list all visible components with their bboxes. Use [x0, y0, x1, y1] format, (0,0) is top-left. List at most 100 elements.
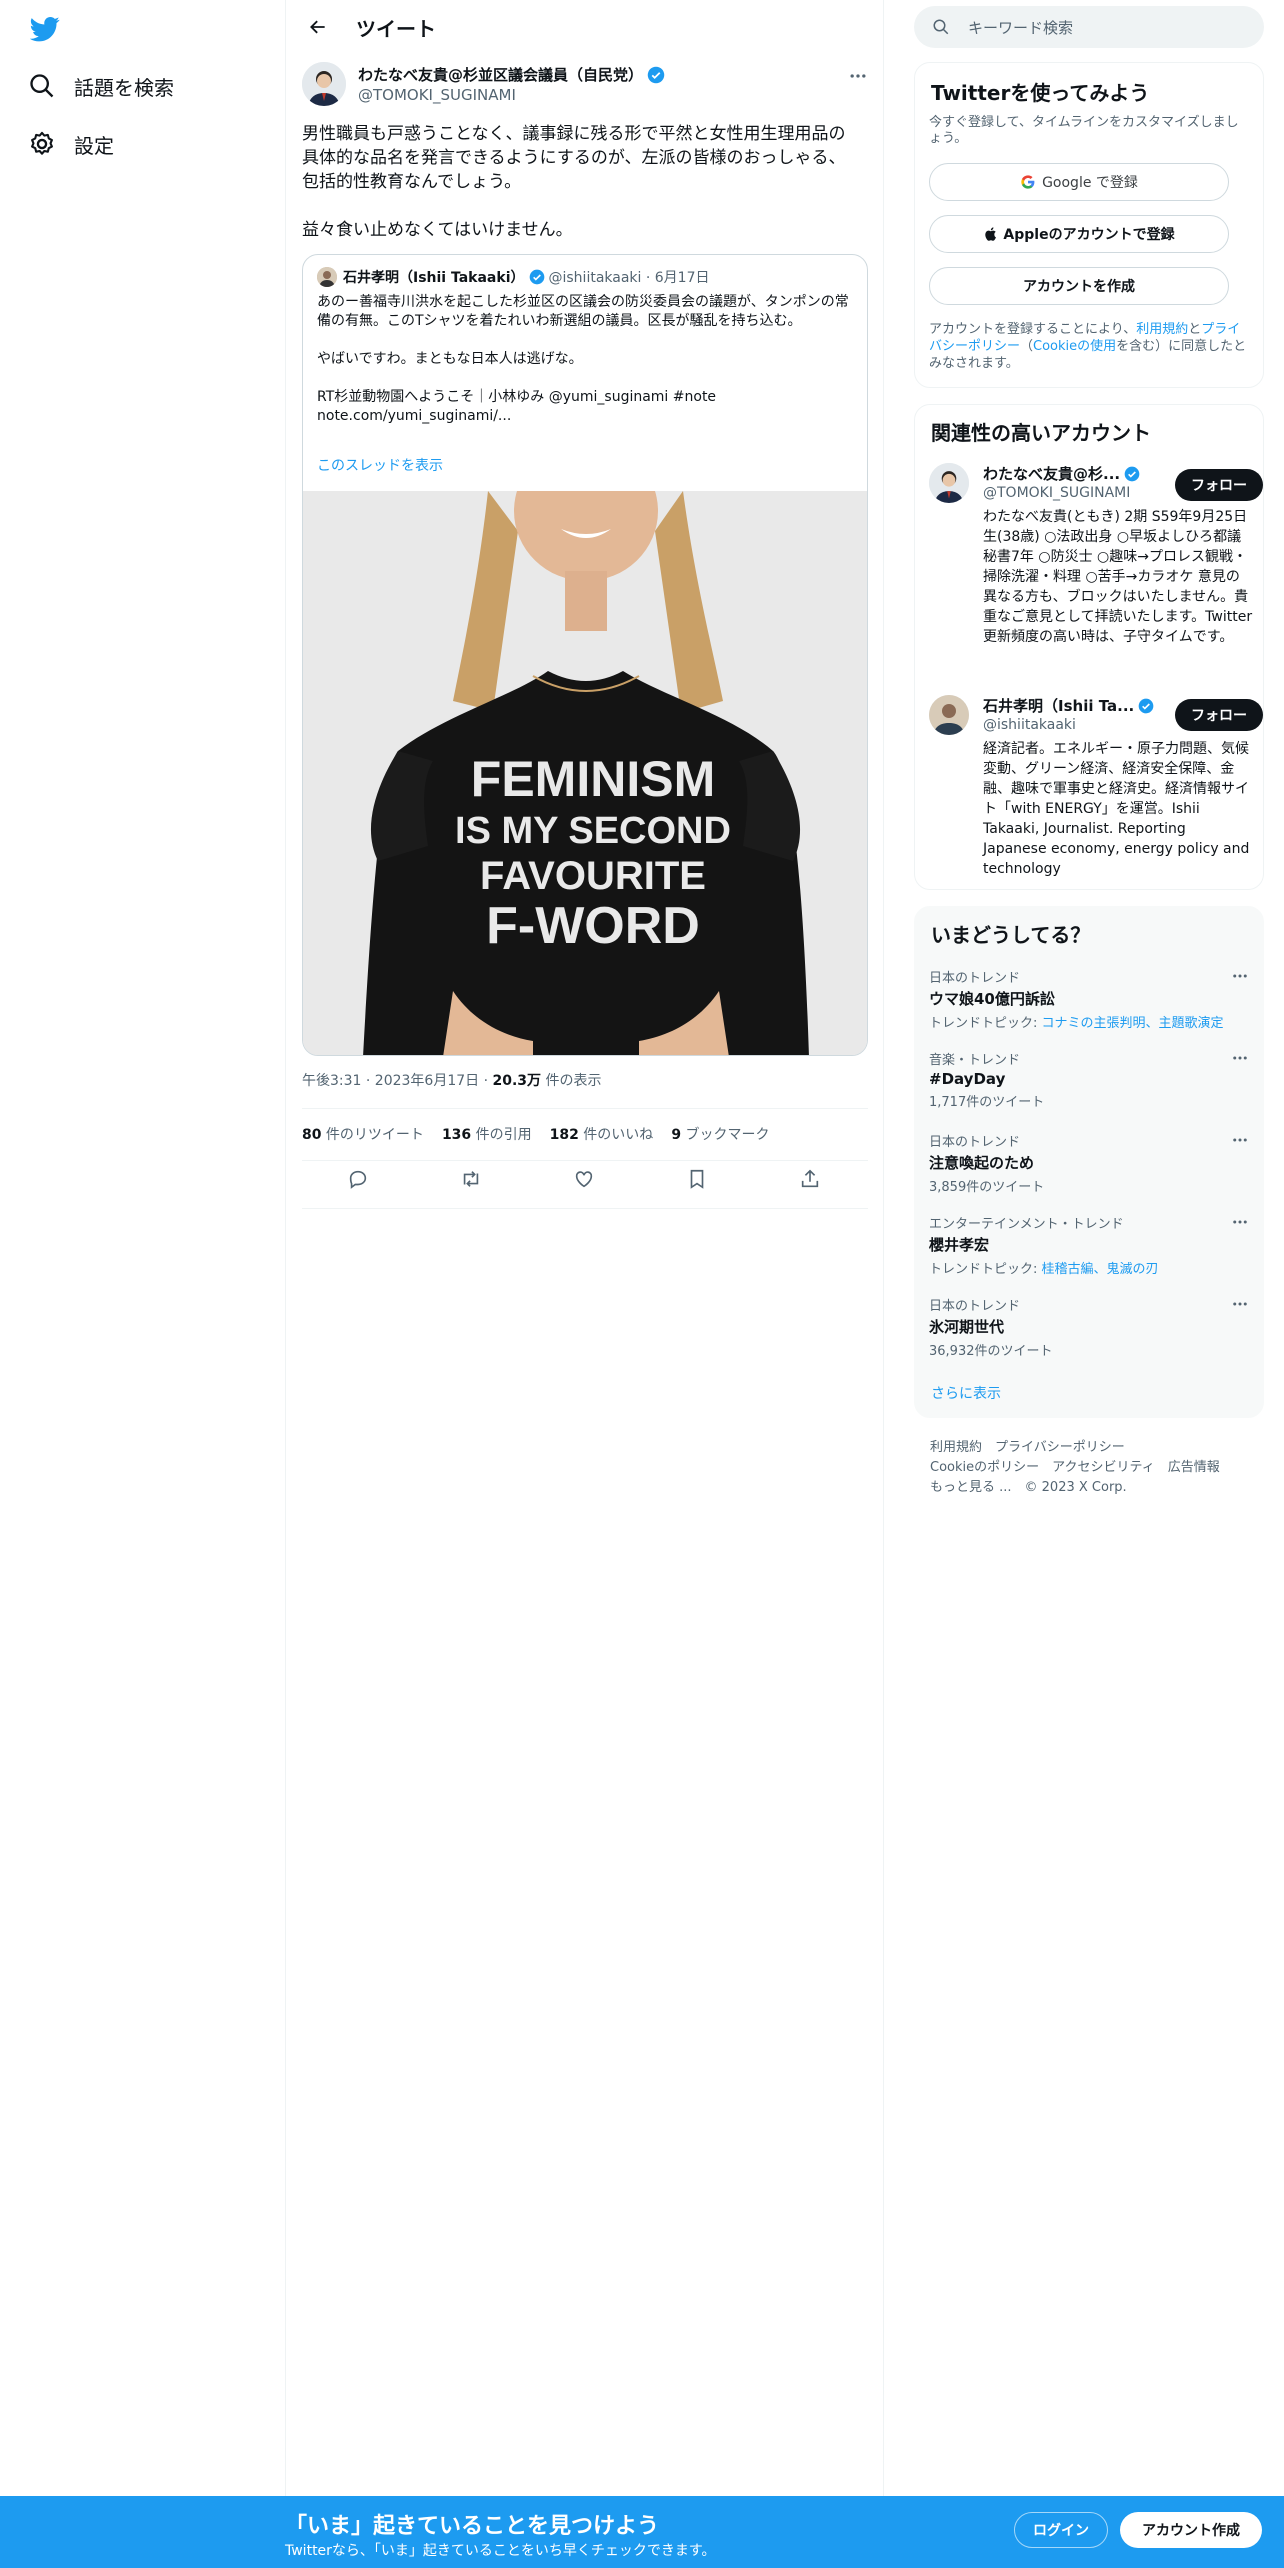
- more-icon[interactable]: [1231, 1213, 1249, 1231]
- more-icon[interactable]: [1231, 1131, 1249, 1149]
- timestamp-text[interactable]: 午後3:31 · 2023年6月17日 ·: [302, 1073, 493, 1089]
- account-name: 石井孝明（Ishii Ta...: [983, 695, 1154, 716]
- bottom-bar-subtitle: Twitterなら、「いま」起きていることをいち早くチェックできます。: [285, 2543, 716, 2559]
- login-button[interactable]: ログイン: [1014, 2512, 1108, 2548]
- like-icon[interactable]: [573, 1168, 597, 1192]
- tweet-stats: 80 件のリツイート 136 件の引用 182 件のいいね 9 ブックマーク: [302, 1124, 770, 1144]
- apple-signup-button[interactable]: Appleのアカウントで登録: [929, 215, 1229, 253]
- arrow-left-icon: [310, 20, 325, 34]
- trend-sub: 36,932件のツイート: [929, 1340, 1249, 1359]
- trend-topic-link[interactable]: 桂稽古編、鬼滅の刃: [1042, 1262, 1159, 1277]
- follow-button[interactable]: フォロー: [1175, 469, 1263, 501]
- main-column: ツイート わたなべ友貴@杉並区議会議員（自民党） @TOMOKI_SUGINAM…: [286, 0, 884, 2500]
- back-button[interactable]: [300, 9, 336, 45]
- twitter-bird-icon[interactable]: [30, 14, 60, 44]
- signup-button[interactable]: アカウント作成: [1120, 2512, 1262, 2548]
- quote-image[interactable]: FEMINISM IS MY SECOND FAVOURITE F-WORD: [303, 441, 867, 1055]
- account-bio: わたなべ友貴(ともき) 2期 S59年9月25日生(38歳) ○法政出身 ○早坂…: [983, 509, 1253, 645]
- trend-category: エンターテインメント・トレンド: [929, 1217, 1124, 1232]
- account-avatar[interactable]: [929, 695, 969, 735]
- retweet-icon[interactable]: [460, 1168, 484, 1192]
- trend-name: 注意喚起のため: [929, 1154, 1035, 1172]
- tweet-header: ツイート: [286, 0, 883, 54]
- reply-icon[interactable]: [347, 1168, 371, 1192]
- bottom-signup-bar: 「いま」起きていることを見つけよう Twitterなら、「いま」起きていることを…: [0, 2496, 1284, 2568]
- create-account-button[interactable]: アカウントを作成: [929, 267, 1229, 305]
- legal-text: （: [1020, 339, 1034, 354]
- nav-explore[interactable]: 話題を検索: [28, 66, 174, 106]
- trend-category: 日本のトレンド: [929, 971, 1021, 986]
- trend-category: 音楽・トレンド: [929, 1053, 1021, 1068]
- footer-line[interactable]: Cookieのポリシー アクセシビリティ 広告情報: [930, 1456, 1220, 1475]
- google-signup-button[interactable]: Google で登録: [929, 163, 1229, 201]
- author-name[interactable]: わたなべ友貴@杉並区議会議員（自民党）: [358, 64, 665, 85]
- trend-name: ウマ娘40億円訴訟: [929, 990, 1055, 1008]
- nav-settings[interactable]: 設定: [28, 124, 114, 164]
- trend-item[interactable]: 日本のトレンド 氷河期世代 36,932件のツイート: [929, 1295, 1249, 1359]
- terms-link[interactable]: 利用規約: [1136, 322, 1188, 337]
- account-name-text: わたなべ友貴@杉...: [983, 465, 1121, 483]
- author-avatar[interactable]: [302, 62, 346, 106]
- like-label: 件のいいね: [578, 1127, 654, 1143]
- shirt-text-line: IS MY SECOND: [455, 810, 731, 852]
- more-icon[interactable]: [848, 66, 868, 86]
- trend-item[interactable]: エンターテインメント・トレンド 櫻井孝宏 トレンドトピック: 桂稽古編、鬼滅の刃: [929, 1213, 1249, 1277]
- related-accounts-card: 関連性の高いアカウント わたなべ友貴@杉... @TOMOKI_SUGINAMI…: [914, 404, 1264, 890]
- bookmark-stat[interactable]: 9 ブックマーク: [671, 1124, 769, 1144]
- follow-button[interactable]: フォロー: [1175, 699, 1263, 731]
- search-input[interactable]: キーワード検索: [968, 17, 1073, 38]
- quoted-tweet[interactable]: 石井孝明（Ishii Takaaki） @ishiitakaaki · 6月17…: [302, 254, 868, 1056]
- like-count: 182: [549, 1127, 579, 1143]
- quote-author-name: 石井孝明（Ishii Takaaki）: [343, 270, 525, 286]
- more-icon[interactable]: [1231, 967, 1249, 985]
- cookie-link[interactable]: Cookieの使用: [1033, 339, 1116, 354]
- more-icon[interactable]: [1231, 1295, 1249, 1313]
- footer-line[interactable]: もっと見る ... © 2023 X Corp.: [930, 1476, 1127, 1495]
- quote-text: あのー善福寺川洪水を起こした杉並区の区議会の防災委員会の議題が、タンポンの常備の…: [317, 294, 849, 424]
- bookmark-count: 9: [671, 1127, 682, 1143]
- trend-item[interactable]: 日本のトレンド 注意喚起のため 3,859件のツイート: [929, 1131, 1249, 1195]
- divider: [302, 1160, 868, 1161]
- signup-subtitle: 今すぐ登録して、タイムラインをカスタマイズしましょう。: [929, 115, 1239, 146]
- verified-badge-icon: [529, 269, 544, 285]
- share-icon[interactable]: [799, 1168, 823, 1192]
- tweet-text: 男性職員も戸惑うことなく、議事録に残る形で平然と女性用生理用品の具体的な品名を発…: [302, 124, 846, 240]
- show-more-link[interactable]: さらに表示: [931, 1383, 1001, 1403]
- legal-text: アカウントを登録することにより、: [929, 322, 1137, 337]
- quote-label: 件の引用: [471, 1127, 532, 1143]
- shirt-text-line: FAVOURITE: [480, 854, 706, 898]
- divider: [302, 1208, 868, 1209]
- account-avatar[interactable]: [929, 463, 969, 503]
- more-icon[interactable]: [1231, 1049, 1249, 1067]
- search-bar[interactable]: キーワード検索: [914, 6, 1264, 48]
- trend-item[interactable]: 音楽・トレンド #DayDay 1,717件のツイート: [929, 1049, 1249, 1110]
- quote-stat[interactable]: 136 件の引用: [442, 1124, 532, 1144]
- related-account[interactable]: 石井孝明（Ishii Ta... @ishiitakaaki フォロー 経済記者…: [929, 695, 1263, 877]
- page-title: ツイート: [356, 16, 436, 41]
- tweet-timestamp: 午後3:31 · 2023年6月17日 · 20.3万 件の表示: [302, 1070, 602, 1090]
- legal-text: と: [1188, 322, 1202, 337]
- related-account[interactable]: わたなべ友貴@杉... @TOMOKI_SUGINAMI フォロー わたなべ友貴…: [929, 463, 1263, 673]
- show-thread-link[interactable]: このスレッドを表示: [317, 455, 443, 475]
- gear-icon: [31, 131, 53, 155]
- author-handle[interactable]: @TOMOKI_SUGINAMI: [358, 86, 516, 104]
- footer-line[interactable]: 利用規約 プライバシーポリシー: [930, 1436, 1125, 1455]
- related-title: 関連性の高いアカウント: [931, 421, 1151, 445]
- retweet-stat[interactable]: 80 件のリツイート: [302, 1124, 424, 1144]
- quote-avatar: [317, 267, 337, 287]
- trend-topic-link[interactable]: コナミの主張判明、主題歌演定: [1042, 1016, 1224, 1031]
- trend-item[interactable]: 日本のトレンド ウマ娘40億円訴訟 トレンドトピック: コナミの主張判明、主題歌…: [929, 967, 1249, 1031]
- bookmark-icon[interactable]: [686, 1168, 710, 1192]
- tweet-actions: [302, 1168, 868, 1192]
- quote-count: 136: [441, 1127, 472, 1143]
- account-handle: @TOMOKI_SUGINAMI: [983, 485, 1131, 501]
- views-label: 件の表示: [541, 1073, 602, 1089]
- nav-explore-label: 話題を検索: [74, 75, 174, 100]
- google-icon: [1021, 175, 1035, 189]
- like-stat[interactable]: 182 件のいいね: [550, 1124, 654, 1144]
- trend-name: #DayDay: [929, 1070, 1006, 1088]
- account-name-text: 石井孝明（Ishii Ta...: [983, 697, 1135, 715]
- trend-sub-text: 3,859件のツイート: [929, 1180, 1045, 1195]
- google-signup-label: Google で登録: [1042, 175, 1138, 191]
- search-icon: [933, 19, 949, 35]
